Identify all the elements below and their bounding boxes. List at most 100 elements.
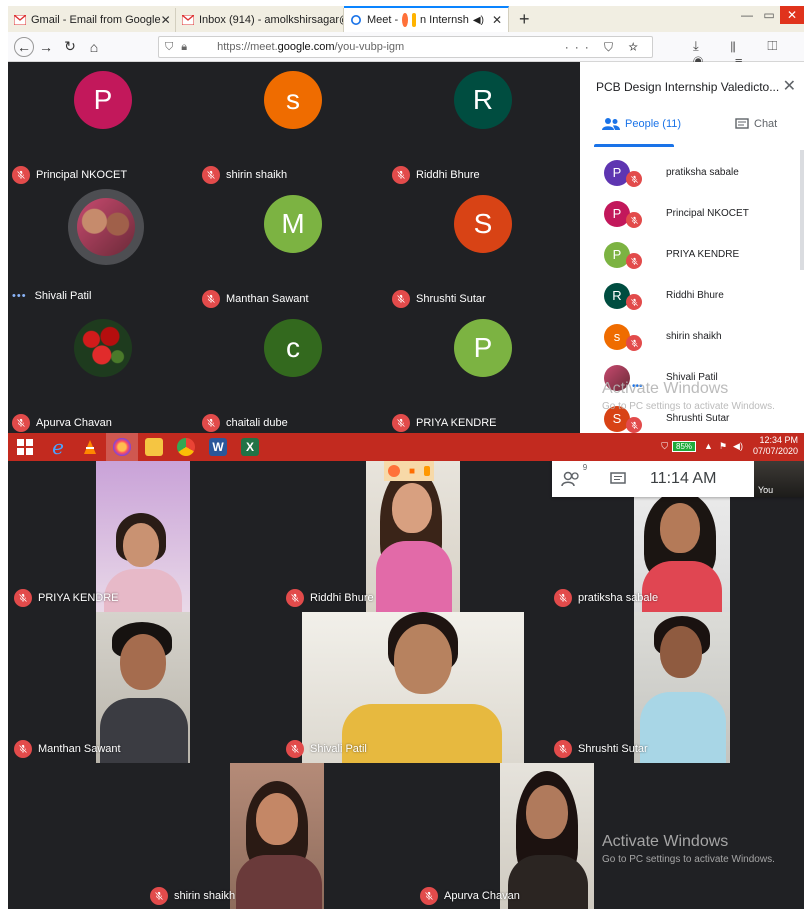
mic-off-icon xyxy=(420,887,438,905)
meet-top-bar: 9 11:14 AM You xyxy=(552,461,804,497)
mic-off-icon xyxy=(554,589,572,607)
video-tile[interactable]: Shivali Patil xyxy=(278,612,548,763)
tab-people[interactable]: People (11) xyxy=(602,118,681,130)
speaking-indicator-icon: ••• xyxy=(12,290,27,302)
windows-start-icon[interactable] xyxy=(8,433,42,461)
tab-inbox[interactable]: Inbox (914) - amolkshirsagar@ ✕ xyxy=(176,8,344,32)
mic-off-icon xyxy=(626,253,642,269)
tab-meet[interactable]: Meet - n Internsh ◀) ✕ xyxy=(344,6,509,32)
participant-name: Manthan Sawant xyxy=(38,743,121,755)
participant-tile[interactable]: M Manthan Sawant xyxy=(198,186,388,310)
forward-icon[interactable]: → xyxy=(34,39,58,55)
activate-windows-subtitle: Go to PC settings to activate Windows. xyxy=(602,854,775,865)
microphone-icon xyxy=(423,466,430,476)
shield-icon[interactable]: ⛉ xyxy=(165,41,173,54)
tab-chat[interactable]: Chat xyxy=(735,118,777,130)
reload-icon[interactable]: ↻ xyxy=(58,38,82,55)
firefox-icon xyxy=(388,465,401,477)
mic-off-icon xyxy=(14,589,32,607)
battery-indicator[interactable]: 85% xyxy=(672,440,697,452)
list-item[interactable]: P pratiksha sabale xyxy=(580,152,804,193)
shield-icon[interactable]: ⛉ xyxy=(661,441,668,452)
participant-tile[interactable]: c chaitali dube xyxy=(198,310,388,434)
mic-off-icon xyxy=(202,166,220,184)
url-bar[interactable]: ⛉ 🔒︎ https://meet.google.com/you-vubp-ig… xyxy=(158,36,653,58)
participant-tile[interactable]: S Shrushti Sutar xyxy=(388,186,578,310)
participant-name: PRIYA KENDRE xyxy=(416,417,497,429)
window-close-button[interactable]: ✕ xyxy=(780,6,804,24)
video-tile[interactable]: shirin shaikh xyxy=(142,763,412,909)
video-feed-detail xyxy=(236,855,322,909)
tab-close-icon[interactable]: ✕ xyxy=(492,13,502,27)
browser-nav-bar: ← → ↻ ⌂ ⛉ 🔒︎ https://meet.google.com/you… xyxy=(8,32,804,69)
participant-tile[interactable]: s shirin shaikh xyxy=(198,62,388,186)
url-action-icons[interactable]: ··· ⛉ ☆ xyxy=(565,40,644,55)
minimize-button[interactable]: — xyxy=(736,6,758,24)
system-clock[interactable]: 12:34 PM 07/07/2020 xyxy=(753,435,798,457)
chrome-icon[interactable] xyxy=(170,433,202,461)
mic-off-icon xyxy=(202,414,220,432)
participant-label: Riddhi Bhure xyxy=(392,166,480,184)
firefox-icon[interactable] xyxy=(106,433,138,461)
chat-icon xyxy=(610,472,626,484)
flag-icon[interactable]: ⚑ xyxy=(719,441,727,452)
scrollbar[interactable] xyxy=(800,150,804,270)
participant-label: Principal NKOCET xyxy=(12,166,127,184)
internet-explorer-icon[interactable]: e xyxy=(42,433,74,461)
list-item[interactable]: R Riddhi Bhure xyxy=(580,275,804,316)
vlc-icon[interactable] xyxy=(74,433,106,461)
mic-off-icon xyxy=(12,414,30,432)
participant-label: Apurva Chavan xyxy=(420,887,520,905)
list-item[interactable]: s shirin shaikh xyxy=(580,316,804,357)
new-tab-button[interactable]: + xyxy=(509,8,540,32)
microphone-sharing-icon xyxy=(411,13,416,27)
speaker-icon[interactable]: ◀) xyxy=(473,15,484,26)
participant-label: Shrushti Sutar xyxy=(392,290,486,308)
list-item[interactable]: P PRIYA KENDRE xyxy=(580,234,804,275)
url-text[interactable]: https://meet.google.com/you-vubp-igm xyxy=(217,41,404,53)
tab-close-icon[interactable]: ✕ xyxy=(161,13,171,27)
home-icon[interactable]: ⌂ xyxy=(82,39,106,55)
participant-tile[interactable]: P Principal NKOCET xyxy=(8,62,198,186)
activate-windows-subtitle: Go to PC settings to activate Windows. xyxy=(602,401,775,412)
activate-windows-title: Activate Windows xyxy=(602,380,729,397)
clock-date: 07/07/2020 xyxy=(752,446,798,456)
video-feed-detail xyxy=(256,793,298,845)
file-explorer-icon[interactable] xyxy=(138,433,170,461)
maximize-button[interactable]: ▭ xyxy=(758,6,780,24)
tab-gmail[interactable]: Gmail - Email from Google ✕ xyxy=(8,8,176,32)
url-suffix: /you-vubp-igm xyxy=(334,41,405,53)
participant-name: Riddhi Bhure xyxy=(666,290,724,301)
video-feed-detail xyxy=(508,855,588,909)
participant-tile[interactable]: ••• Shivali Patil xyxy=(8,186,198,310)
people-count-button[interactable]: 9 xyxy=(552,463,596,487)
participant-tile[interactable]: Apurva Chavan xyxy=(8,310,198,434)
self-view-label: You xyxy=(758,485,774,495)
volume-icon[interactable]: ◀) xyxy=(733,441,743,452)
people-icon xyxy=(561,471,579,487)
word-icon[interactable]: W xyxy=(202,433,234,461)
back-icon[interactable]: ← xyxy=(14,36,34,57)
list-item[interactable]: P Principal NKOCET xyxy=(580,193,804,234)
avatar: R xyxy=(454,71,512,129)
participant-tile[interactable]: P PRIYA KENDRE xyxy=(388,310,578,434)
clock-time: 12:34 PM xyxy=(759,435,798,445)
lock-icon[interactable]: 🔒︎ xyxy=(181,41,187,54)
participant-name: pratiksha sabale xyxy=(578,592,659,604)
tab-chat-label: Chat xyxy=(754,118,778,130)
chevron-up-icon[interactable]: ▲ xyxy=(704,441,713,451)
participant-name: Principal NKOCET xyxy=(666,208,749,219)
mic-off-icon xyxy=(392,290,410,308)
video-tile[interactable]: ■ Riddhi Bhure xyxy=(278,461,548,612)
video-tile[interactable]: PRIYA KENDRE xyxy=(8,461,278,612)
chat-button[interactable] xyxy=(596,472,640,486)
participant-tile[interactable]: R Riddhi Bhure xyxy=(388,62,578,186)
excel-icon[interactable]: X xyxy=(234,433,266,461)
self-view-thumbnail[interactable]: You xyxy=(754,461,804,497)
avatar-speaking-ring xyxy=(68,189,144,265)
participant-name: Apurva Chavan xyxy=(36,417,112,429)
video-tile[interactable]: Manthan Sawant xyxy=(8,612,278,763)
close-icon[interactable]: ✕ xyxy=(783,76,796,96)
video-feed-detail xyxy=(120,634,166,690)
video-tile[interactable]: Shrushti Sutar xyxy=(548,612,804,763)
